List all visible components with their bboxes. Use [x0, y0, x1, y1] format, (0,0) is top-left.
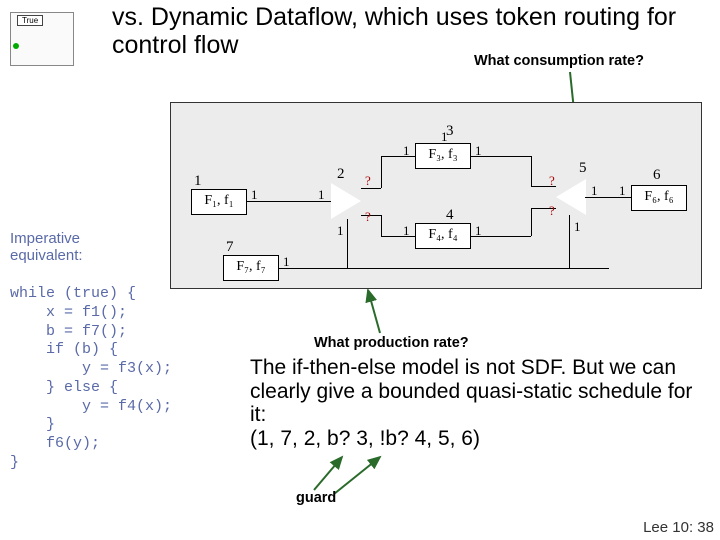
wire [347, 219, 348, 268]
production-question: What production rate? [314, 335, 469, 351]
slide: True vs. Dynamic Dataflow, which uses to… [0, 0, 720, 540]
port-rate: 1 [574, 219, 581, 235]
block-f7: F₇, f₇ [223, 255, 279, 281]
port-rate: 1 [441, 129, 448, 145]
port-rate: 1 [619, 183, 626, 199]
port-rate: 1 [403, 143, 410, 159]
guard-label: guard [296, 490, 336, 506]
consumption-question: What consumption rate? [474, 53, 644, 69]
block-f4: F₄, f₄ [415, 223, 471, 249]
block-f7-label: F₇, f₇ [236, 259, 265, 274]
unknown-rate: ? [549, 173, 555, 189]
imperative-label: Imperative equivalent: [10, 230, 130, 264]
wire [569, 215, 570, 268]
wire [381, 215, 382, 237]
block-f3: F₃, f₃ [415, 143, 471, 169]
explanation-line1: The if-then-else model is not SDF. But w… [250, 356, 692, 426]
true-widget-box: True [10, 12, 74, 66]
true-widget-led-icon [13, 43, 19, 49]
true-widget-label: True [17, 15, 43, 26]
imperative-code: while (true) { x = f1(); b = f7(); if (b… [10, 285, 172, 473]
block-f3-label: F₃, f₃ [428, 147, 457, 162]
port-rate: 1 [475, 143, 482, 159]
explanation-text: The if-then-else model is not SDF. But w… [250, 356, 710, 450]
unknown-rate: ? [549, 203, 555, 219]
node-label-4: 4 [446, 207, 454, 224]
port-rate: 1 [475, 223, 482, 239]
unknown-rate: ? [365, 173, 371, 189]
slide-footer: Lee 10: 38 [643, 519, 714, 536]
port-rate: 1 [403, 223, 410, 239]
wire [381, 236, 415, 237]
block-f6-label: F₆, f₆ [644, 189, 673, 204]
unknown-rate: ? [365, 209, 371, 225]
wire [361, 188, 381, 189]
node-label-6: 6 [653, 167, 661, 184]
port-rate: 1 [251, 187, 258, 203]
wire [531, 156, 532, 186]
block-f1-label: F₁, f₁ [204, 193, 233, 208]
port-rate: 1 [283, 254, 290, 270]
node-label-5: 5 [579, 160, 587, 177]
wire [279, 268, 609, 269]
block-f1: F₁, f₁ [191, 189, 247, 215]
slide-title: vs. Dynamic Dataflow, which uses token r… [112, 4, 712, 59]
merge-triangle-icon [556, 179, 586, 215]
wire [381, 156, 415, 157]
explanation-schedule: (1, 7, 2, b? 3, !b? 4, 5, 6) [250, 427, 480, 450]
port-rate: 1 [591, 183, 598, 199]
port-rate: 1 [318, 187, 325, 203]
split-triangle-icon [331, 183, 361, 219]
block-f4-label: F₄, f₄ [428, 227, 457, 242]
wire [531, 208, 532, 236]
wire [381, 156, 382, 188]
block-f6: F₆, f₆ [631, 185, 687, 211]
wire [361, 215, 381, 216]
dataflow-diagram: 1 2 3 4 5 6 7 F₁, f₁ F₇, f₇ F₃, f₃ F₄, f… [170, 102, 702, 289]
node-label-2: 2 [337, 166, 345, 183]
node-label-1: 1 [194, 173, 202, 190]
node-label-7: 7 [226, 239, 234, 256]
port-rate: 1 [337, 223, 344, 239]
